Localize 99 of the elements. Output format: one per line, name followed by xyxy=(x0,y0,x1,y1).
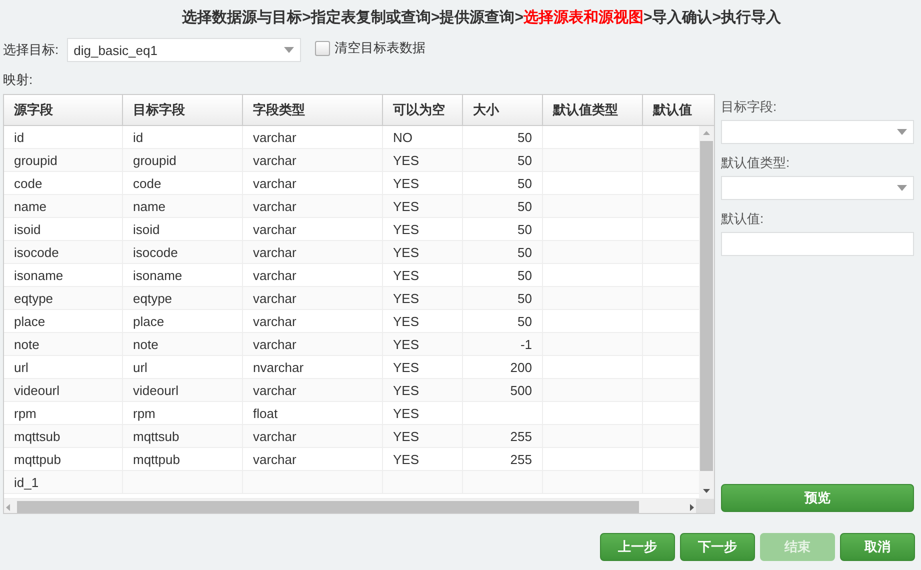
table-cell: isoid xyxy=(4,218,123,240)
table-cell: place xyxy=(123,310,243,332)
table-cell: varchar xyxy=(243,425,383,447)
table-cell: varchar xyxy=(243,172,383,194)
column-header[interactable]: 源字段 xyxy=(4,95,123,125)
table-cell: 500 xyxy=(463,379,543,401)
clear-target-label: 清空目标表数据 xyxy=(334,39,426,57)
table-cell: isoid xyxy=(123,218,243,240)
table-cell: YES xyxy=(383,172,463,194)
horizontal-scrollbar[interactable] xyxy=(4,498,714,513)
vertical-scrollbar[interactable] xyxy=(699,126,714,498)
table-cell: name xyxy=(123,195,243,217)
target-field-label: 目标字段: xyxy=(721,98,777,116)
dropdown-caret-icon xyxy=(284,47,294,53)
table-cell: varchar xyxy=(243,379,383,401)
column-header[interactable]: 目标字段 xyxy=(123,95,243,125)
table-cell: 255 xyxy=(463,425,543,447)
table-cell: 50 xyxy=(463,195,543,217)
dropdown-caret-icon xyxy=(897,185,907,191)
table-cell: isocode xyxy=(4,241,123,263)
table-cell: YES xyxy=(383,333,463,355)
table-cell: isoname xyxy=(123,264,243,286)
table-cell: varchar xyxy=(243,287,383,309)
table-cell: mqttsub xyxy=(123,425,243,447)
table-cell: varchar xyxy=(243,126,383,148)
table-cell: YES xyxy=(383,402,463,424)
table-cell: 50 xyxy=(463,149,543,171)
table-cell: YES xyxy=(383,241,463,263)
table-cell: id xyxy=(4,126,123,148)
scrollbar-corner xyxy=(696,499,714,513)
table-cell: 50 xyxy=(463,241,543,263)
dropdown-caret-icon xyxy=(897,129,907,135)
table-cell: 50 xyxy=(463,264,543,286)
table-cell: YES xyxy=(383,287,463,309)
table-cell: YES xyxy=(383,310,463,332)
table-cell: url xyxy=(4,356,123,378)
table-cell: varchar xyxy=(243,149,383,171)
column-header[interactable]: 字段类型 xyxy=(243,95,383,125)
table-cell: mqttsub xyxy=(4,425,123,447)
table-cell: rpm xyxy=(4,402,123,424)
table-cell: YES xyxy=(383,448,463,470)
table-cell: varchar xyxy=(243,241,383,263)
table-cell: varchar xyxy=(243,195,383,217)
table-cell: id xyxy=(123,126,243,148)
table-cell: YES xyxy=(383,379,463,401)
table-cell: varchar xyxy=(243,333,383,355)
table-cell: note xyxy=(4,333,123,355)
table-cell: -1 xyxy=(463,333,543,355)
default-value-field[interactable] xyxy=(721,232,914,256)
clear-target-checkbox[interactable] xyxy=(314,40,330,56)
mapping-label: 映射: xyxy=(3,71,33,89)
table-cell: note xyxy=(123,333,243,355)
wizard-steps-title: 选择数据源与目标>指定表复制或查询>提供源查询>选择源表和源视图>导入确认>执行导入 xyxy=(181,8,782,28)
default-value-label: 默认值: xyxy=(721,210,764,228)
table-cell: nvarchar xyxy=(243,356,383,378)
table-cell: YES xyxy=(383,149,463,171)
table-cell: varchar xyxy=(243,310,383,332)
table-cell: url xyxy=(123,356,243,378)
table-cell: 255 xyxy=(463,448,543,470)
table-cell: varchar xyxy=(243,264,383,286)
table-cell: float xyxy=(243,402,383,424)
column-header[interactable]: 可以为空 xyxy=(383,95,463,125)
table-cell: YES xyxy=(383,425,463,447)
table-cell: isoname xyxy=(4,264,123,286)
table-cell: 50 xyxy=(463,218,543,240)
table-cell: 200 xyxy=(463,356,543,378)
table-cell: rpm xyxy=(123,402,243,424)
column-header[interactable]: 默认值类型 xyxy=(543,95,643,125)
table-cell: 50 xyxy=(463,287,543,309)
table-cell: groupid xyxy=(123,149,243,171)
target-field-select[interactable] xyxy=(721,120,914,144)
table-cell: YES xyxy=(383,264,463,286)
table-cell: place xyxy=(4,310,123,332)
table-cell: groupid xyxy=(4,149,123,171)
default-type-label: 默认值类型: xyxy=(721,154,790,172)
table-cell: code xyxy=(123,172,243,194)
table-cell: 50 xyxy=(463,126,543,148)
default-type-select[interactable] xyxy=(721,176,914,200)
table-cell: NO xyxy=(383,126,463,148)
table-cell: videourl xyxy=(4,379,123,401)
table-cell: mqttpub xyxy=(123,448,243,470)
column-header[interactable]: 大小 xyxy=(463,95,543,125)
target-label: 选择目标: xyxy=(3,41,59,59)
table-cell: varchar xyxy=(243,448,383,470)
table-cell: 50 xyxy=(463,172,543,194)
table-cell: eqtype xyxy=(123,287,243,309)
table-cell: code xyxy=(4,172,123,194)
table-cell: videourl xyxy=(123,379,243,401)
table-cell: varchar xyxy=(243,218,383,240)
table-cell: name xyxy=(4,195,123,217)
table-cell: YES xyxy=(383,195,463,217)
table-cell: eqtype xyxy=(4,287,123,309)
table-cell: 50 xyxy=(463,310,543,332)
table-cell: mqttpub xyxy=(4,448,123,470)
table-cell: YES xyxy=(383,356,463,378)
table-cell: id_1 xyxy=(4,471,123,493)
table-cell: isocode xyxy=(123,241,243,263)
target-select[interactable]: dig_basic_eq1 xyxy=(66,38,301,62)
table-cell: YES xyxy=(383,218,463,240)
